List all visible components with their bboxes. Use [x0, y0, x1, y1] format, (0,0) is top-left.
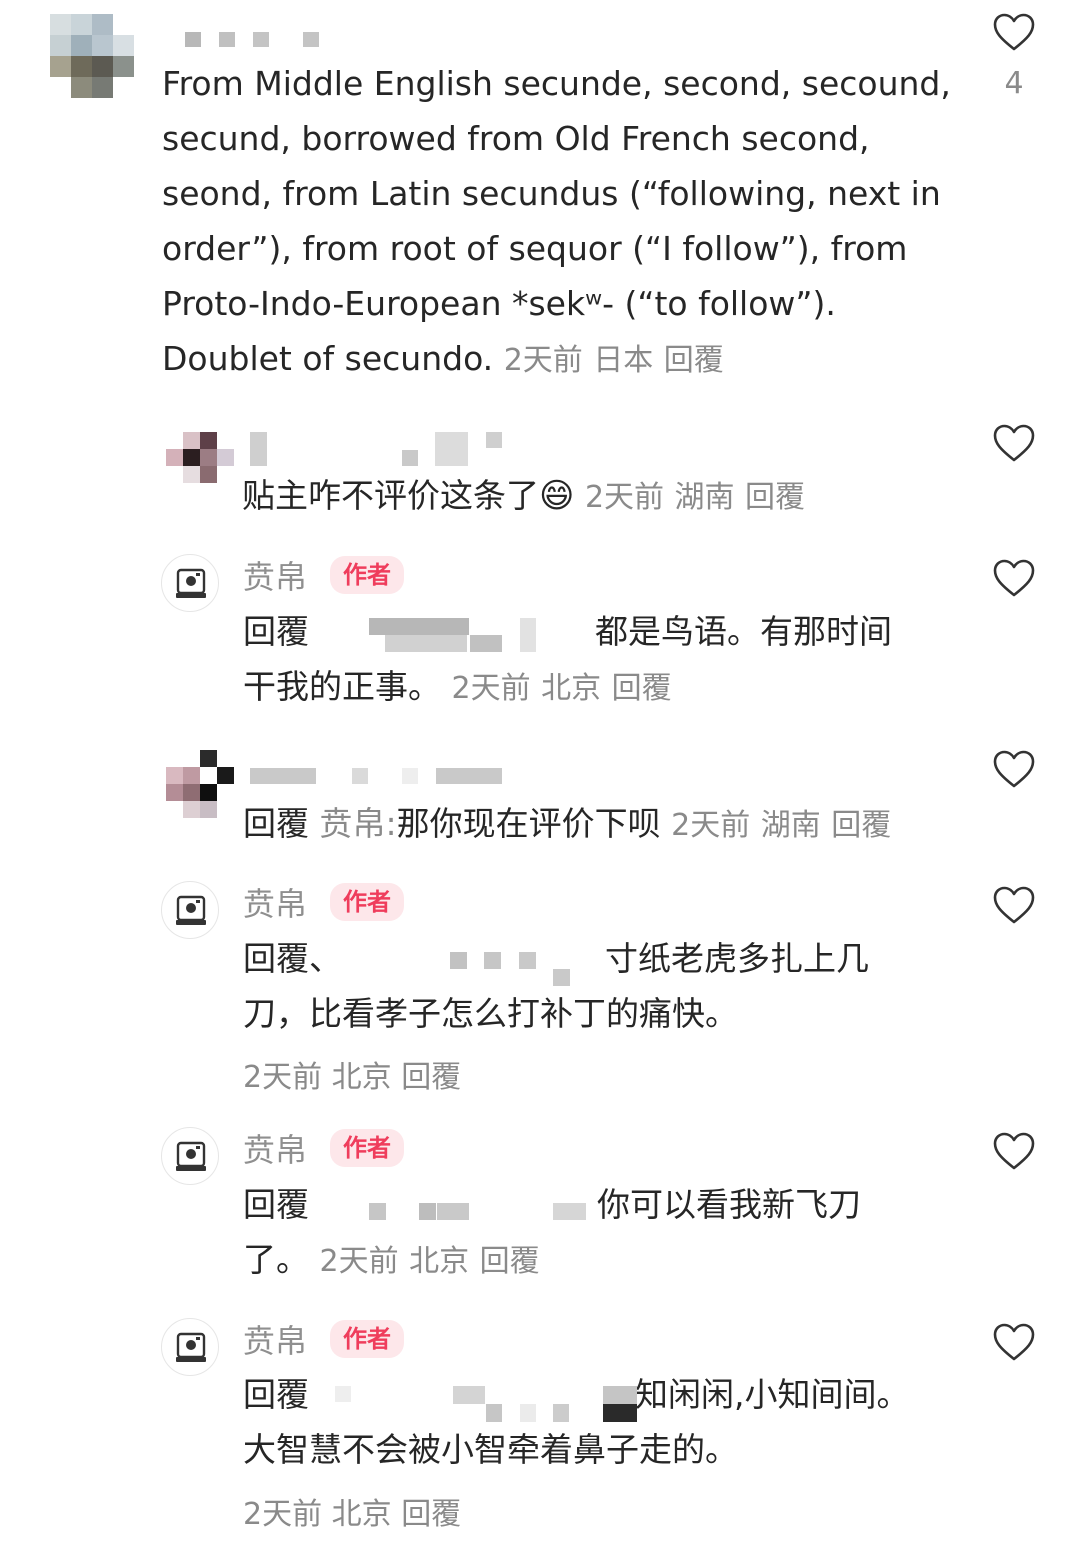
comment-text: 了。: [243, 1240, 309, 1279]
username-redacted[interactable]: [250, 432, 510, 466]
comment-text: From Middle English secunde, second, sec…: [162, 56, 962, 388]
avatar[interactable]: [161, 881, 219, 939]
mention-redacted[interactable]: [450, 952, 575, 986]
heart-outline-icon: [993, 13, 1035, 51]
reply-button[interactable]: 回覆: [612, 671, 672, 706]
comment-time: 2天前: [503, 343, 583, 378]
avatar[interactable]: [161, 554, 219, 612]
author-badge: 作者: [330, 556, 404, 594]
comment-time: 2天前: [451, 671, 531, 706]
like-button[interactable]: [992, 885, 1036, 925]
reply-button[interactable]: 回覆: [745, 480, 805, 515]
comment-text: 知闲闲,小知间间。: [635, 1375, 910, 1414]
comment-location: 北京: [541, 671, 602, 706]
comment-text: 贴主咋不评价这条了: [242, 476, 539, 515]
comment-text: 你可以看我新飞刀: [597, 1185, 861, 1224]
reply-prefix: 回覆: [243, 612, 309, 651]
comment-time: 2天前: [243, 1497, 323, 1532]
comment-location: 北京: [409, 1244, 470, 1279]
like-button[interactable]: [992, 12, 1036, 52]
comment-text-line: seond, from Latin secundus (“following, …: [162, 174, 941, 213]
avatar[interactable]: [161, 1318, 219, 1376]
comment-location: 北京: [331, 1497, 392, 1532]
heart-outline-icon: [993, 559, 1035, 597]
heart-outline-icon: [993, 424, 1035, 462]
comment-time: 2天前: [671, 808, 751, 843]
comment-time: 2天前: [243, 1060, 323, 1095]
comment-text: 大智慧不会被小智牵着鼻子走的。: [243, 1430, 738, 1469]
author-name[interactable]: 贲帛: [243, 1130, 307, 1170]
avatar[interactable]: [166, 432, 234, 483]
mention-redacted[interactable]: [325, 618, 540, 652]
reply-button[interactable]: 回覆: [664, 343, 724, 378]
comment-text: 刀，比看孝子怎么打补丁的痛快。: [243, 994, 738, 1033]
avatar[interactable]: [161, 1127, 219, 1185]
comment-location: 北京: [331, 1060, 392, 1095]
reply-prefix: 回覆: [243, 1375, 309, 1414]
comment-text-line: Proto-Indo-European *sekʷ- (“to follow”)…: [162, 284, 836, 323]
author-name[interactable]: 贲帛: [243, 557, 307, 597]
comment-text-line: From Middle English secunde, second, sec…: [162, 64, 951, 103]
username-redacted[interactable]: [250, 768, 510, 784]
heart-outline-icon: [993, 1323, 1035, 1361]
author-name[interactable]: 贲帛: [243, 884, 307, 924]
comment-text: 寸纸老虎多扎上几: [605, 939, 869, 978]
comment-location: 湖南: [760, 808, 821, 843]
comment-text: 都是鸟语。有那时间: [595, 612, 892, 651]
reply-prefix: 回覆: [243, 804, 309, 843]
author-badge: 作者: [330, 1320, 404, 1358]
comment-location: 湖南: [674, 480, 735, 515]
camera-icon: [176, 895, 206, 925]
author-name[interactable]: 贲帛: [243, 1321, 307, 1361]
mention-redacted[interactable]: [315, 1386, 640, 1422]
mention-redacted[interactable]: [325, 1203, 590, 1220]
reply-button[interactable]: 回覆: [480, 1244, 540, 1279]
comment-location: 日本: [593, 343, 654, 378]
reply-button[interactable]: 回覆: [401, 1060, 461, 1095]
username-redacted[interactable]: [185, 32, 320, 47]
heart-outline-icon: [993, 886, 1035, 924]
emoji-icon: 😄: [539, 476, 575, 516]
camera-icon: [176, 1332, 206, 1362]
comment-time: 2天前: [319, 1244, 399, 1279]
like-button[interactable]: [992, 558, 1036, 598]
reply-button[interactable]: 回覆: [831, 808, 891, 843]
comment-time: 2天前: [584, 480, 665, 515]
camera-icon: [176, 568, 206, 598]
comment-text: 那你现在评价下呗: [396, 804, 661, 843]
like-button[interactable]: [992, 1131, 1036, 1171]
comment-text-line: Doublet of secundo.: [162, 339, 494, 378]
camera-icon: [176, 1141, 206, 1171]
author-badge: 作者: [330, 883, 404, 921]
comment-text-line: secund, borrowed from Old French second,: [162, 119, 870, 158]
avatar[interactable]: [166, 750, 234, 818]
comment-text: 干我的正事。: [243, 667, 441, 706]
reply-prefix: 回覆: [243, 1185, 309, 1224]
reply-to-name[interactable]: 贲帛:: [320, 804, 397, 843]
like-button[interactable]: [992, 423, 1036, 463]
heart-outline-icon: [993, 750, 1035, 788]
like-count: 4: [1004, 66, 1024, 101]
author-badge: 作者: [330, 1129, 404, 1167]
comment-text-line: order”), from root of sequor (“I follow”…: [162, 229, 908, 268]
like-button[interactable]: [992, 749, 1036, 789]
reply-button[interactable]: 回覆: [401, 1497, 461, 1532]
heart-outline-icon: [993, 1132, 1035, 1170]
reply-prefix: 回覆、: [243, 939, 342, 978]
like-button[interactable]: [992, 1322, 1036, 1362]
avatar[interactable]: [50, 14, 134, 98]
